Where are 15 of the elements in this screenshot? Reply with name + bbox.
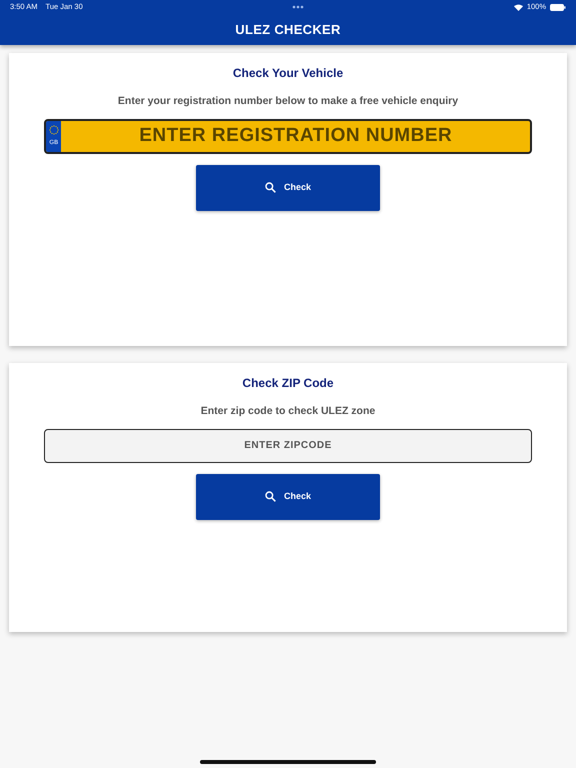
card-subtitle: Enter zip code to check ULEZ zone (200, 404, 376, 417)
battery-icon (550, 4, 566, 10)
card-title: Check Your Vehicle (232, 66, 344, 80)
app-title: ULEZ CHECKER (235, 20, 341, 39)
search-icon (264, 491, 276, 502)
registration-field[interactable]: ENTER REGISTRATION NUMBER (61, 120, 530, 152)
wifi-icon (514, 4, 523, 10)
search-icon (264, 182, 276, 194)
card-title: Check ZIP Code (242, 376, 334, 390)
check-button[interactable]: Check (196, 474, 380, 520)
more-dots-icon (292, 5, 304, 9)
check-button[interactable]: Check (196, 164, 380, 211)
zipcode-field[interactable]: ENTER ZIPCODE (44, 428, 532, 463)
eu-stars-icon (48, 124, 59, 135)
card-subtitle: Enter your registration number below to make a free vehicle enquiry (118, 94, 458, 107)
